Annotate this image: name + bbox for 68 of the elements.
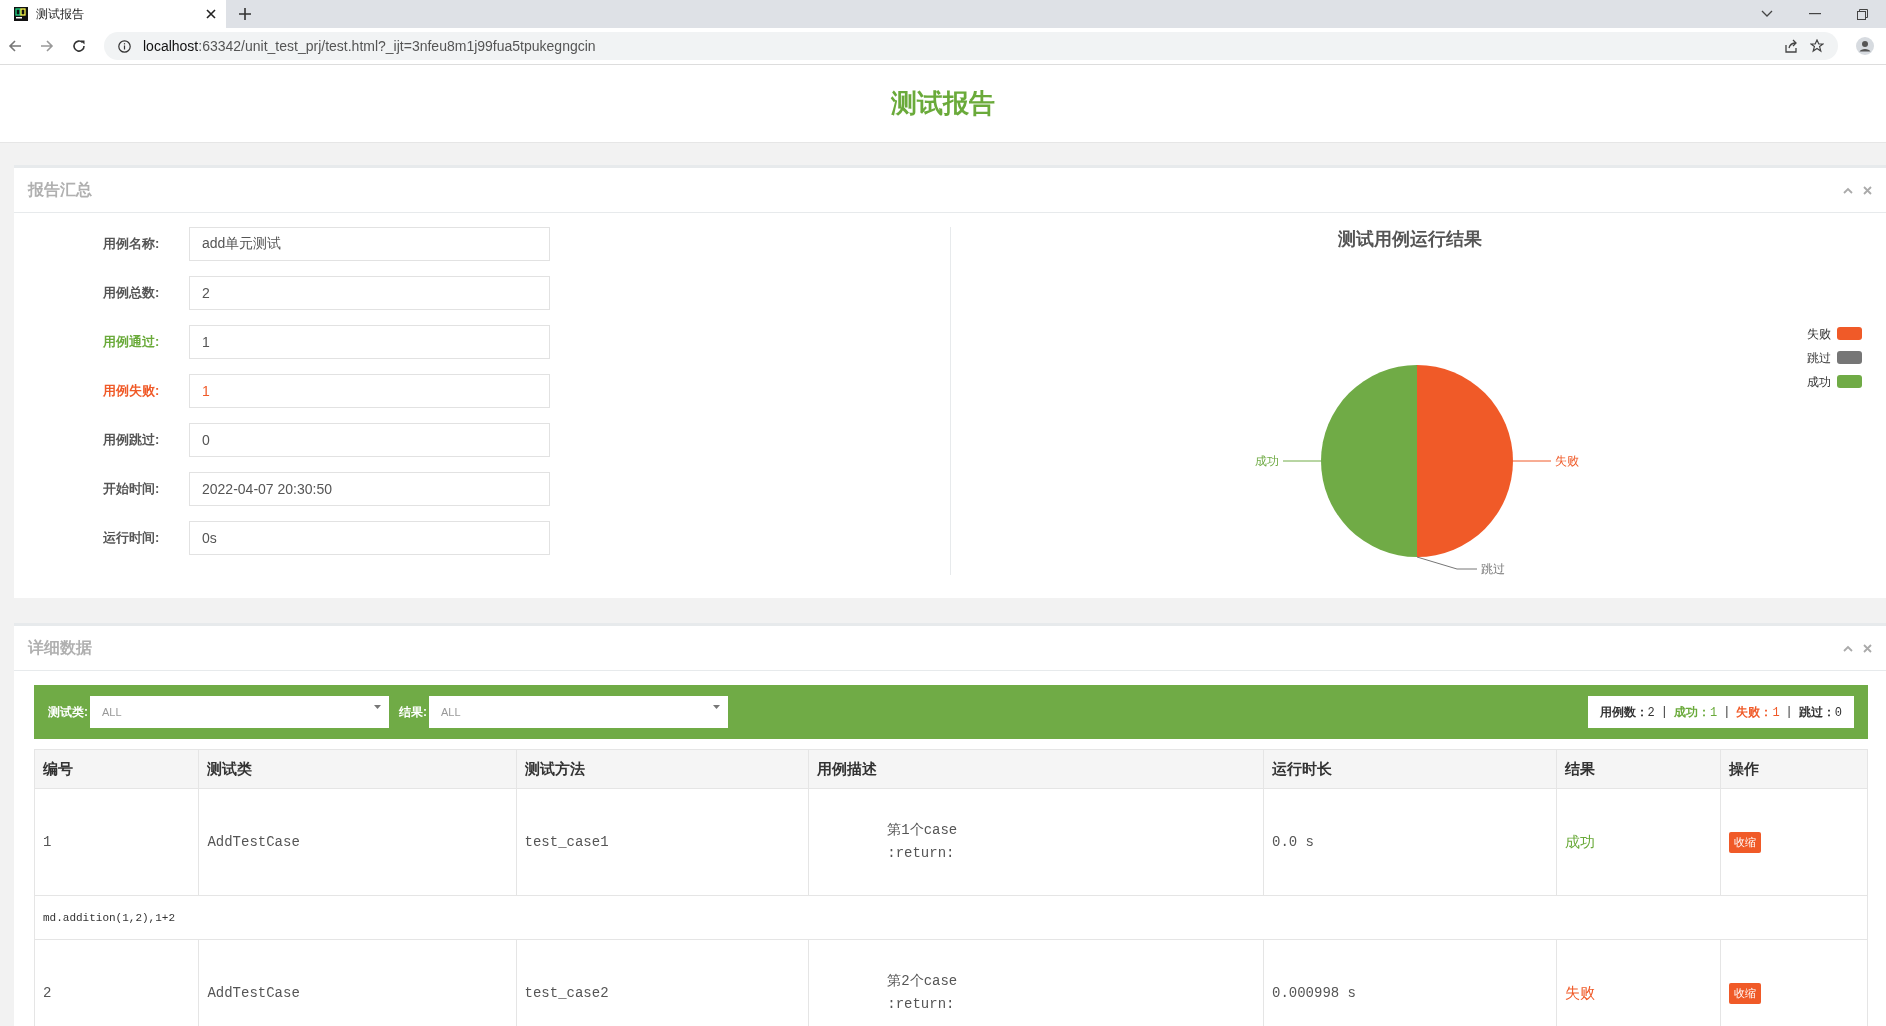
slice-label: 失败 [1555, 454, 1579, 468]
slice-label: 跳过 [1481, 562, 1505, 575]
profile-avatar-icon[interactable] [1856, 37, 1874, 55]
restore-icon[interactable] [1857, 8, 1868, 20]
field-label: 用例总数: [103, 284, 161, 302]
panel-title: 详细数据 [28, 637, 92, 658]
new-tab-icon[interactable] [238, 7, 252, 21]
slice-label: 成功 [1255, 454, 1279, 468]
stat-text: 失败：1 [1736, 703, 1780, 721]
input-field[interactable]: add单元测试 [189, 227, 550, 261]
browser-tab[interactable]: 测试报告 [0, 0, 226, 28]
separator: | [1785, 705, 1793, 719]
stat-text: 成功：1 [1674, 703, 1718, 721]
table-cell: 1 [34, 788, 199, 896]
panel-title: 报告汇总 [28, 179, 92, 200]
leader-line [1282, 460, 1322, 462]
column-header: 用例描述 [808, 749, 1264, 789]
info-icon[interactable] [118, 39, 131, 53]
column-header: 结果 [1556, 749, 1721, 789]
field-label: 运行时间: [103, 529, 161, 547]
table-cell: AddTestCase [198, 788, 517, 896]
app-logo-icon [14, 7, 28, 21]
caret-icon [713, 705, 720, 709]
field-label: 开始时间: [103, 480, 161, 498]
input-field[interactable]: 0s [189, 521, 550, 555]
legend-label: 失败 [1807, 327, 1831, 341]
filter-label: 测试类: [48, 703, 88, 721]
filter-label: 结果: [399, 703, 427, 721]
close-icon[interactable] [206, 9, 216, 19]
field-label: 用例失败: [103, 382, 161, 400]
input-field[interactable]: 1 [189, 325, 550, 359]
field-label: 用例通过: [103, 333, 161, 351]
separator: | [1723, 705, 1731, 719]
leader-line [1512, 460, 1552, 462]
table-cell-text: 第1个case :return: [886, 821, 958, 863]
stat-text: 用例数：2 [1599, 703, 1655, 721]
column-header: 编号 [34, 749, 199, 789]
input-field[interactable]: 2022-04-07 20:30:50 [189, 472, 550, 506]
table-cell: 成功 [1556, 788, 1721, 896]
table-cell: md.addition(1,2),1+2 [34, 895, 1868, 940]
column-header: 测试方法 [516, 749, 809, 789]
table-cell: 2 [34, 939, 199, 1026]
leader-line [1416, 556, 1478, 570]
minimize-icon[interactable] [1809, 13, 1821, 15]
star-icon[interactable] [1810, 39, 1824, 53]
legend-label: 成功 [1807, 375, 1831, 389]
chart-title: 测试用例运行结果 [1338, 228, 1482, 251]
forward-arrow-icon[interactable] [40, 39, 54, 53]
chevron-down-icon[interactable] [1761, 10, 1773, 18]
column-header: 运行时长 [1263, 749, 1557, 789]
table-cell: test_case1 [516, 788, 809, 896]
column-header: 操作 [1720, 749, 1868, 789]
column-header: 测试类 [198, 749, 517, 789]
address-bar[interactable]: localhost:63342/unit_test_prj/test.html?_ijt=3nfeu8m1j99fua5tpukegngcin [104, 32, 1838, 60]
field-label: 用例跳过: [103, 431, 161, 449]
caret-icon [374, 705, 381, 709]
table-cell: 0.0 s [1263, 788, 1557, 896]
table-cell-text: 第2个case :return: [886, 972, 958, 1014]
share-icon[interactable] [1784, 39, 1798, 53]
reload-icon[interactable] [72, 39, 86, 53]
stat-text: 跳过：0 [1798, 703, 1842, 721]
input-field[interactable]: 0 [189, 423, 550, 457]
legend-label: 跳过 [1807, 351, 1831, 365]
page-title: 测试报告 [891, 87, 995, 120]
back-arrow-icon[interactable] [8, 39, 22, 53]
separator: | [1660, 705, 1668, 719]
input-field[interactable]: 2 [189, 276, 550, 310]
field-label: 用例名称: [103, 235, 161, 253]
